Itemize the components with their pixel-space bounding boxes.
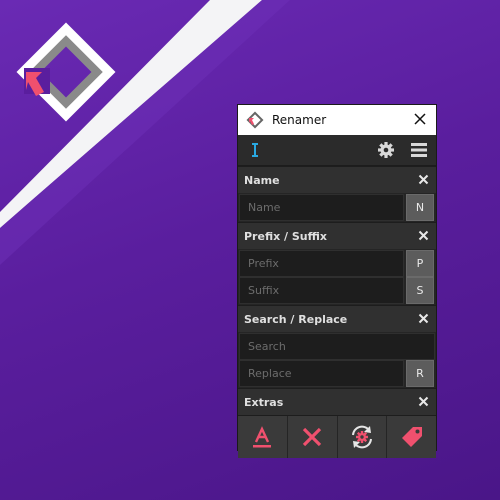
text-color-button[interactable] xyxy=(238,416,288,458)
menu-icon[interactable] xyxy=(410,141,428,159)
text-color-icon xyxy=(253,426,272,448)
close-icon[interactable] xyxy=(418,313,429,324)
name-section-header: Name xyxy=(238,166,436,193)
apply-suffix-button[interactable]: S xyxy=(406,277,434,304)
close-icon[interactable] xyxy=(411,110,429,128)
tag-icon xyxy=(401,427,422,447)
replace-input[interactable] xyxy=(239,360,404,387)
refresh-button[interactable] xyxy=(337,416,388,458)
tag-button[interactable] xyxy=(387,416,436,458)
extras-section-header: Extras xyxy=(238,388,436,415)
search-replace-section-label: Search / Replace xyxy=(244,312,348,326)
close-icon[interactable] xyxy=(418,230,429,241)
app-icon xyxy=(246,111,264,129)
remove-button[interactable] xyxy=(287,416,338,458)
name-section-label: Name xyxy=(244,173,280,187)
gear-icon[interactable] xyxy=(377,141,395,159)
name-input[interactable] xyxy=(239,194,404,221)
apply-prefix-button[interactable]: P xyxy=(406,250,434,277)
remove-icon xyxy=(302,427,322,447)
extras-toolbar xyxy=(238,415,436,458)
prefix-suffix-section-label: Prefix / Suffix xyxy=(244,229,327,243)
suffix-input[interactable] xyxy=(239,277,404,304)
apply-name-button[interactable]: N xyxy=(406,194,434,221)
search-input[interactable] xyxy=(239,333,435,360)
extras-section-label: Extras xyxy=(244,395,284,409)
renamer-logo xyxy=(16,22,116,122)
close-icon[interactable] xyxy=(418,396,429,407)
prefix-input[interactable] xyxy=(239,250,404,277)
search-replace-section-header: Search / Replace xyxy=(238,305,436,332)
refresh-gear-icon xyxy=(351,425,372,449)
window-title: Renamer xyxy=(272,113,327,127)
renamer-window: Renamer Name Name N Prefix / Suffix Pref… xyxy=(237,104,437,458)
toolbar xyxy=(238,135,436,166)
apply-replace-button[interactable]: R xyxy=(406,360,434,387)
close-icon[interactable] xyxy=(418,174,429,185)
prefix-suffix-section-header: Prefix / Suffix xyxy=(238,222,436,249)
text-cursor-icon[interactable] xyxy=(246,141,264,159)
title-bar: Renamer xyxy=(238,105,436,135)
